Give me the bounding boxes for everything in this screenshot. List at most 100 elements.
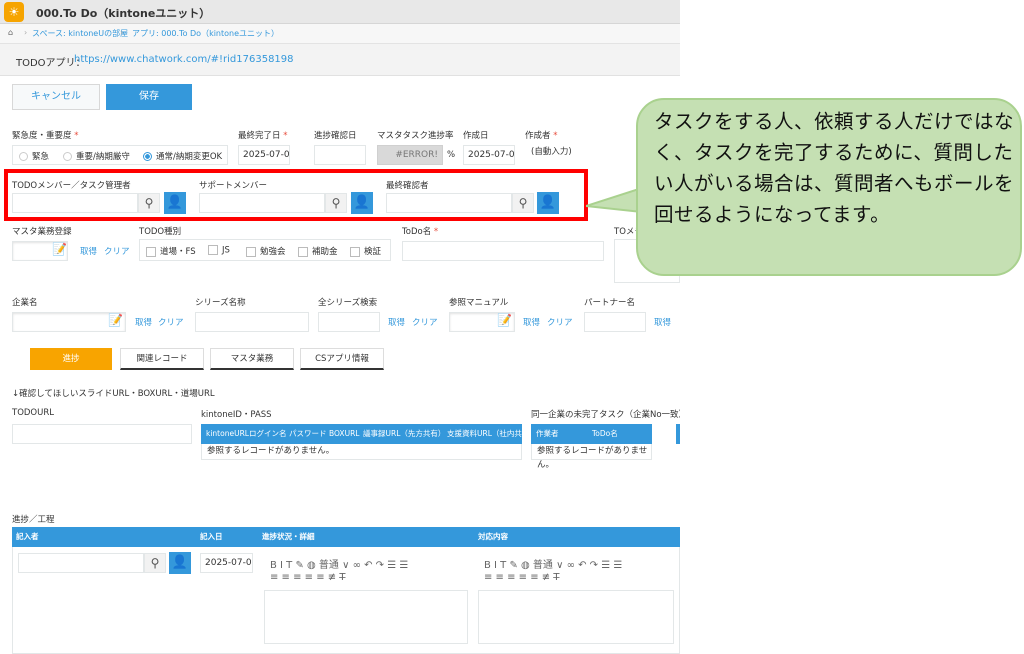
search-icon[interactable]: ⚲ [144, 553, 166, 573]
column-header: 作業者 [536, 429, 559, 438]
cancel-button[interactable]: キャンセル [12, 84, 100, 110]
column-header: 進捗状況・詳細 [262, 532, 315, 541]
created-date-label: 作成日 [463, 131, 489, 141]
radio-urgent[interactable]: 緊急 [19, 150, 49, 162]
rich-text-toolbar[interactable]: B I T ✎ ◍ 普通 ∨ ∞ ↶ ↷ ☰ ☰ [270, 556, 408, 571]
app-title: 000.To Do（kintoneユニット） [36, 7, 211, 20]
tab-master-tasks[interactable]: マスタ業務 [210, 348, 294, 370]
manual-label: 参照マニュアル [449, 298, 509, 308]
todo-name-label: ToDo名 * [402, 227, 439, 237]
lookup-clear-link[interactable]: クリア [412, 316, 438, 328]
rich-text-toolbar[interactable]: ≡ ≡ ≡ ≡ ≡ ≢ T̶ [270, 572, 345, 583]
progress-detail-editor[interactable] [264, 590, 468, 644]
home-icon[interactable]: ⌂ [8, 28, 13, 37]
rich-text-toolbar[interactable]: ≡ ≡ ≡ ≡ ≡ ≢ T̶ [484, 572, 559, 583]
rich-text-toolbar[interactable]: B I T ✎ ◍ 普通 ∨ ∞ ↶ ↷ ☰ ☰ [484, 556, 622, 571]
checkbox-verify[interactable]: 検証 [350, 245, 381, 257]
entry-date-input[interactable]: 2025-07-01 [200, 553, 253, 573]
company-label: 企業名 [12, 298, 38, 308]
progress-table-header: 記入者 記入日 進捗状況・詳細 対応内容 [12, 527, 680, 547]
urgency-label: 緊急度・重要度 * [12, 131, 79, 141]
lookup-clear-link[interactable]: クリア [104, 245, 130, 257]
save-button[interactable]: 保存 [106, 84, 192, 110]
column-header: パスワード [289, 429, 327, 438]
chatwork-link[interactable]: https://www.chatwork.com/#!rid176358198 [74, 54, 294, 65]
tab-progress[interactable]: 進捗 [30, 348, 112, 370]
progress-table-label: 進捗／工程 [12, 515, 55, 525]
author-label: 作成者 * [525, 131, 558, 141]
tab-related-records[interactable]: 関連レコード [120, 348, 204, 370]
due-date-label: 最終完了日 * [238, 131, 288, 141]
lookup-clear-link[interactable]: クリア [158, 316, 184, 328]
todo-type-label: TODO種別 [139, 227, 182, 237]
series-input[interactable] [195, 312, 309, 332]
series-label: シリーズ名称 [195, 298, 246, 308]
column-header: ログイン名 [249, 429, 287, 438]
same-company-table-header: 作業者 ToDo名 [531, 424, 652, 444]
master-rate-label: マスタタスク進捗率 [377, 131, 454, 141]
tab-cs-app-info[interactable]: CSアプリ情報 [300, 348, 384, 370]
user-select-icon[interactable]: 👤 [169, 552, 191, 574]
breadcrumb: ⌂ › スペース: kintoneUの部屋 › アプリ: 000.To Do（k… [0, 24, 680, 44]
callout-text: タスクをする人、依頼する人だけではなく、タスクを完了するために、質問したい人がい… [654, 110, 1015, 226]
lookup-get-link[interactable]: 取得 [654, 316, 671, 328]
column-header: kintoneURL [206, 429, 249, 438]
lookup-get-link[interactable]: 取得 [135, 316, 152, 328]
lookup-edit-icon[interactable]: 📝 [108, 313, 123, 327]
breadcrumb-separator-icon: › [120, 28, 124, 37]
same-company-label: 同一企業の未完了タスク（企業No一致） [531, 410, 680, 420]
lookup-get-link[interactable]: 取得 [80, 245, 97, 257]
callout-pointer [586, 188, 642, 214]
progress-check-label: 進捗確認日 [314, 131, 357, 141]
app-description-bar: TODOアプリ： https://www.chatwork.com/#!rid1… [0, 44, 680, 76]
column-header: BOXURL [329, 429, 360, 438]
highlight-box [4, 169, 588, 221]
radio-normal[interactable]: 通常/納期変更OK [143, 150, 222, 162]
breadcrumb-separator-icon: › [24, 28, 28, 37]
checkbox-dojo[interactable]: 道場・FS [146, 245, 196, 257]
column-header: 記入者 [16, 532, 39, 541]
progress-check-input[interactable] [314, 145, 366, 165]
column-header: 支援資料URL（社内共有） [447, 429, 522, 438]
urgency-radio-group: 緊急 重要/納期厳守 通常/納期変更OK [12, 145, 228, 165]
app-logo-icon: ☀ [4, 2, 24, 22]
created-date-input[interactable]: 2025-07-01 [463, 145, 515, 165]
kintone-table-empty: 参照するレコードがありません。 [201, 444, 522, 460]
next-table-header [676, 424, 680, 444]
radio-important[interactable]: 重要/納期厳守 [63, 150, 130, 162]
checkbox-study[interactable]: 勉強会 [246, 245, 286, 257]
breadcrumb-space[interactable]: スペース: kintoneUの部屋 [32, 28, 128, 39]
response-detail-editor[interactable] [478, 590, 674, 644]
lookup-edit-icon[interactable]: 📝 [52, 242, 67, 256]
partner-label: パートナー名 [584, 298, 636, 308]
partner-input[interactable] [584, 312, 646, 332]
kintone-id-pass-label: kintoneID・PASS [201, 410, 272, 420]
kintone-table-header: kintoneURL ログイン名 パスワード BOXURL 議事録URL（先方共… [201, 424, 522, 444]
same-company-table-empty: 参照するレコードがありません。 [531, 444, 652, 470]
lookup-get-link[interactable]: 取得 [523, 316, 540, 328]
writer-input[interactable] [18, 553, 144, 573]
title-bar: ☀ 000.To Do（kintoneユニット） [0, 0, 680, 24]
todo-type-checkbox-group: 道場・FS JS 勉強会 補助金 検証 [139, 239, 391, 261]
lookup-get-link[interactable]: 取得 [388, 316, 405, 328]
percent-unit: % [447, 150, 456, 160]
lookup-edit-icon[interactable]: 📝 [497, 313, 512, 327]
column-header: ToDo名 [592, 429, 618, 438]
master-rate-value: #ERROR! [377, 145, 443, 165]
all-series-label: 全シリーズ検索 [318, 298, 378, 308]
master-registration-label: マスタ業務登録 [12, 227, 72, 237]
section-note: ↓確認してほしいスライドURL・BOXURL・道場URL [12, 389, 215, 399]
todo-name-input[interactable] [402, 241, 604, 261]
todourl-input[interactable] [12, 424, 192, 444]
checkbox-js[interactable]: JS [208, 245, 230, 256]
column-header: 記入日 [200, 532, 223, 541]
all-series-input[interactable] [318, 312, 380, 332]
author-value: (自動入力) [531, 147, 572, 157]
breadcrumb-app[interactable]: アプリ: 000.To Do（kintoneユニット） [132, 28, 279, 39]
todourl-label: TODOURL [12, 408, 54, 418]
lookup-clear-link[interactable]: クリア [547, 316, 573, 328]
checkbox-subsidy[interactable]: 補助金 [298, 245, 338, 257]
due-date-input[interactable]: 2025-07-06 [238, 145, 290, 165]
kintone-app-window: ☀ 000.To Do（kintoneユニット） ⌂ › スペース: kinto… [0, 0, 680, 654]
column-header: 議事録URL（先方共有） [363, 429, 446, 438]
